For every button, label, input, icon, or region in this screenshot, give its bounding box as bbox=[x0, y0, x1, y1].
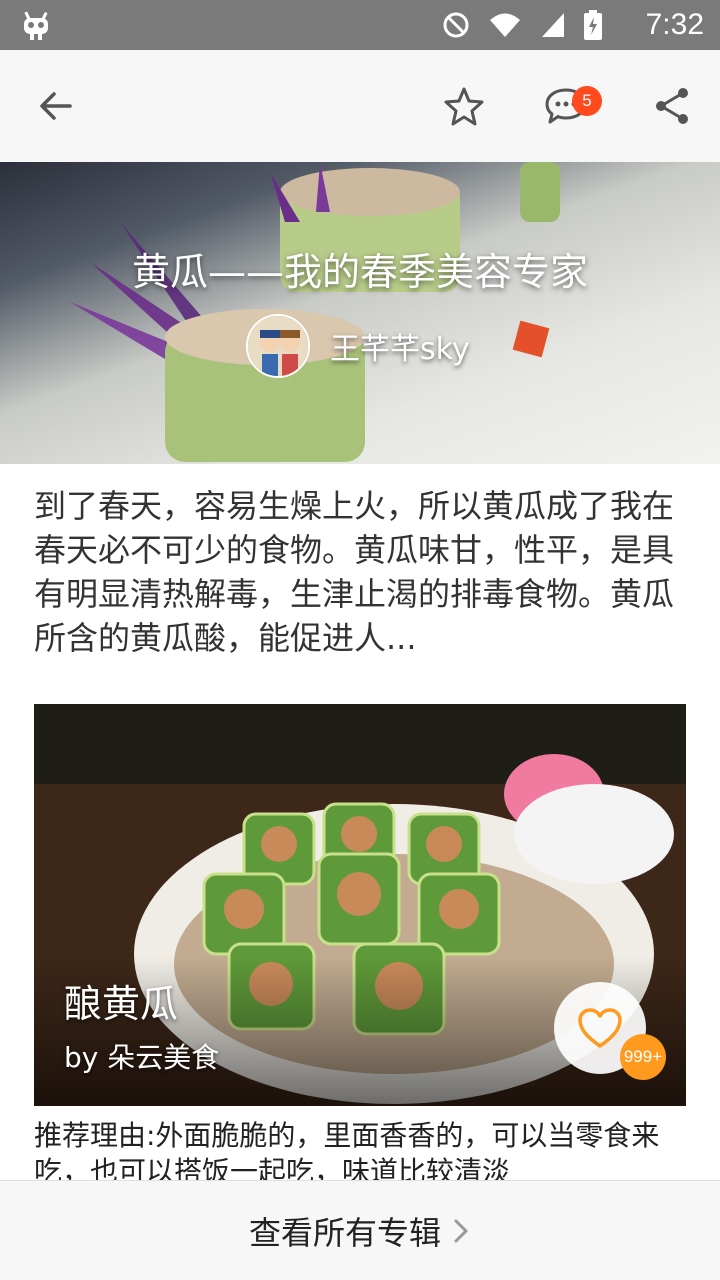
view-all-label: 查看所有专辑 bbox=[248, 1213, 441, 1252]
recipe-author: by 朵云美食 bbox=[64, 1041, 220, 1074]
chevron-right-icon bbox=[451, 1216, 471, 1246]
comment-count-badge: 5 bbox=[572, 86, 602, 116]
share-button[interactable] bbox=[646, 80, 698, 132]
back-button[interactable] bbox=[30, 80, 82, 132]
wifi-icon bbox=[490, 13, 520, 37]
album-description: 到了春天，容易生燥上火，所以黄瓜成了我在春天必不可少的食物。黄瓜味甘，性平，是具… bbox=[34, 487, 675, 657]
signal-icon bbox=[542, 13, 564, 37]
arrow-back-icon bbox=[40, 92, 72, 120]
favorite-button[interactable] bbox=[438, 80, 490, 132]
like-count-badge: 999+ bbox=[620, 1034, 666, 1080]
android-debug-icon bbox=[24, 11, 48, 40]
app-bar: 5 bbox=[0, 50, 720, 162]
recipe-reason: 推荐理由:外面脆脆的，里面香香的，可以当零食来吃，也可以搭饭一起吃，味道比较清淡 bbox=[34, 1119, 660, 1180]
recipe-title: 酿黄瓜 bbox=[64, 982, 179, 1026]
share-icon bbox=[656, 88, 688, 124]
author-name: 王芊芊sky bbox=[330, 332, 470, 367]
avatar-image bbox=[248, 316, 308, 376]
avatar[interactable] bbox=[246, 314, 310, 378]
album-title: 黄瓜——我的春季美容专家 bbox=[131, 250, 588, 294]
view-all-albums-button[interactable]: 查看所有专辑 bbox=[0, 1180, 720, 1280]
hero-food-image bbox=[70, 162, 560, 462]
status-time: 7:32 bbox=[645, 8, 704, 41]
recipe-card[interactable]: 酿黄瓜 by 朵云美食 999+ bbox=[34, 704, 686, 1106]
battery-charging-icon bbox=[584, 10, 602, 40]
album-author[interactable]: 王芊芊sky bbox=[246, 314, 470, 378]
heart-icon bbox=[578, 1008, 622, 1048]
do-not-disturb-icon bbox=[443, 12, 469, 38]
star-icon bbox=[444, 87, 484, 126]
status-bar: 7:32 bbox=[0, 0, 720, 50]
hero-banner: 黄瓜——我的春季美容专家 王芊芊sky bbox=[0, 162, 720, 464]
